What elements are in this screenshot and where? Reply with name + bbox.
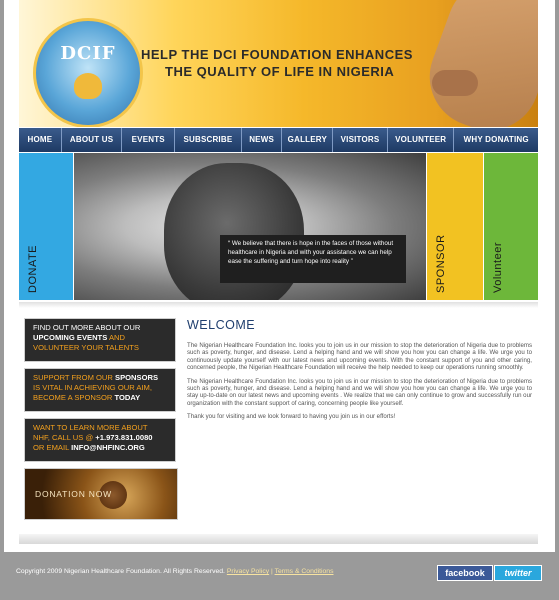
volunteer-label: Volunteer — [492, 242, 504, 293]
page-container: DCIF HELP THE DCI FOUNDATION ENHANCES TH… — [4, 0, 555, 552]
hand-image — [415, 0, 538, 127]
welcome-paragraph-2: The Nigerian Healthcare Foundation Inc. … — [187, 377, 532, 407]
promo1-text-b: UPCOMING EVENTS — [33, 333, 108, 342]
main-nav: HOME ABOUT US EVENTS SUBSCRIBE NEWS GALL… — [19, 128, 538, 152]
promo3-text-b: NHF, CALL US @ — [33, 433, 96, 442]
nav-visitors[interactable]: VISITORS — [333, 128, 388, 152]
donate-strip[interactable]: DONATE — [19, 153, 73, 300]
welcome-title: WELCOME — [187, 318, 256, 332]
welcome-paragraph-1: The Nigerian Healthcare Foundation Inc. … — [187, 342, 532, 372]
promo2-text-b: SPONSORS — [115, 373, 159, 382]
facebook-button[interactable]: facebook — [437, 565, 493, 581]
footer-copyright: Copyright 2009 Nigerian Healthcare Found… — [16, 568, 334, 575]
promo3-email: INFO@NHFINC.ORG — [71, 443, 145, 452]
nav-events[interactable]: EVENTS — [122, 128, 176, 152]
hand-finger-image — [432, 70, 478, 96]
hero-photo: “ We believe that there is hope in the f… — [74, 153, 426, 300]
section-divider — [19, 302, 538, 308]
copyright-text: Copyright 2009 Nigerian Healthcare Found… — [16, 568, 227, 575]
volunteer-strip[interactable]: Volunteer — [484, 153, 538, 300]
sidebar: FIND OUT MORE ABOUT OUR UPCOMING EVENTS … — [24, 318, 178, 520]
nav-about-us[interactable]: ABOUT US — [61, 128, 123, 152]
donate-label: DONATE — [27, 244, 39, 293]
nav-volunteer[interactable]: VOLUNTEER — [387, 128, 455, 152]
promo3-text-d: OR EMAIL — [33, 443, 72, 452]
promo2-text-d: BECOME A SPONSOR — [33, 393, 115, 402]
hero-banner: DONATE “ We believe that there is hope i… — [19, 153, 538, 300]
heart-hands-icon — [74, 73, 102, 99]
welcome-paragraph-3: Thank you for visiting and we look forwa… — [187, 413, 396, 421]
twitter-button[interactable]: twitter — [494, 565, 542, 581]
promo3-phone: +1.973.831.0080 — [95, 433, 153, 442]
header-tagline: HELP THE DCI FOUNDATION ENHANCES THE QUA… — [141, 46, 413, 80]
logo-text: DCIF — [60, 43, 116, 64]
header-banner: DCIF HELP THE DCI FOUNDATION ENHANCES TH… — [19, 0, 538, 127]
nav-home[interactable]: HOME — [19, 128, 62, 152]
footer: Copyright 2009 Nigerian Healthcare Found… — [0, 554, 559, 600]
terms-link[interactable]: Terms & Conditions — [275, 568, 334, 575]
promo1-text-c: AND — [107, 333, 125, 342]
privacy-policy-link[interactable]: Privacy Policy — [227, 568, 269, 575]
nav-gallery[interactable]: GALLERY — [282, 128, 334, 152]
donation-now-label: DONATION NOW — [35, 489, 112, 499]
sponsor-strip[interactable]: SPONSOR — [427, 153, 483, 300]
donation-now-button[interactable]: DONATION NOW — [24, 468, 178, 520]
promo2-text-c: IS VITAL IN ACHIEVING OUR AIM, — [33, 383, 152, 392]
content-bottom-shadow — [19, 534, 538, 544]
hero-quote: “ We believe that there is hope in the f… — [220, 235, 406, 283]
nav-subscribe[interactable]: SUBSCRIBE — [175, 128, 242, 152]
sponsor-label: SPONSOR — [435, 234, 447, 293]
events-promo[interactable]: FIND OUT MORE ABOUT OUR UPCOMING EVENTS … — [24, 318, 176, 362]
promo1-text-a: FIND OUT MORE ABOUT OUR — [33, 323, 141, 332]
promo2-text-a: SUPPORT FROM OUR — [33, 373, 115, 382]
tagline-line1: HELP THE DCI FOUNDATION ENHANCES — [141, 47, 413, 62]
welcome-section: WELCOME The Nigerian Healthcare Foundati… — [187, 318, 532, 427]
promo2-text-e: TODAY — [114, 393, 141, 402]
tagline-line2: THE QUALITY OF LIFE IN NIGERIA — [165, 64, 395, 79]
contact-promo[interactable]: WANT TO LEARN MORE ABOUT NHF, CALL US @ … — [24, 418, 176, 462]
nav-news[interactable]: NEWS — [241, 128, 283, 152]
nav-why-donating[interactable]: WHY DONATING — [454, 128, 538, 152]
dcif-logo[interactable]: DCIF — [33, 18, 143, 127]
sponsor-promo[interactable]: SUPPORT FROM OUR SPONSORS IS VITAL IN AC… — [24, 368, 176, 412]
promo3-text-a: WANT TO LEARN MORE ABOUT — [33, 423, 148, 432]
promo1-text-d: VOLUNTEER YOUR TALENTS — [33, 343, 139, 352]
